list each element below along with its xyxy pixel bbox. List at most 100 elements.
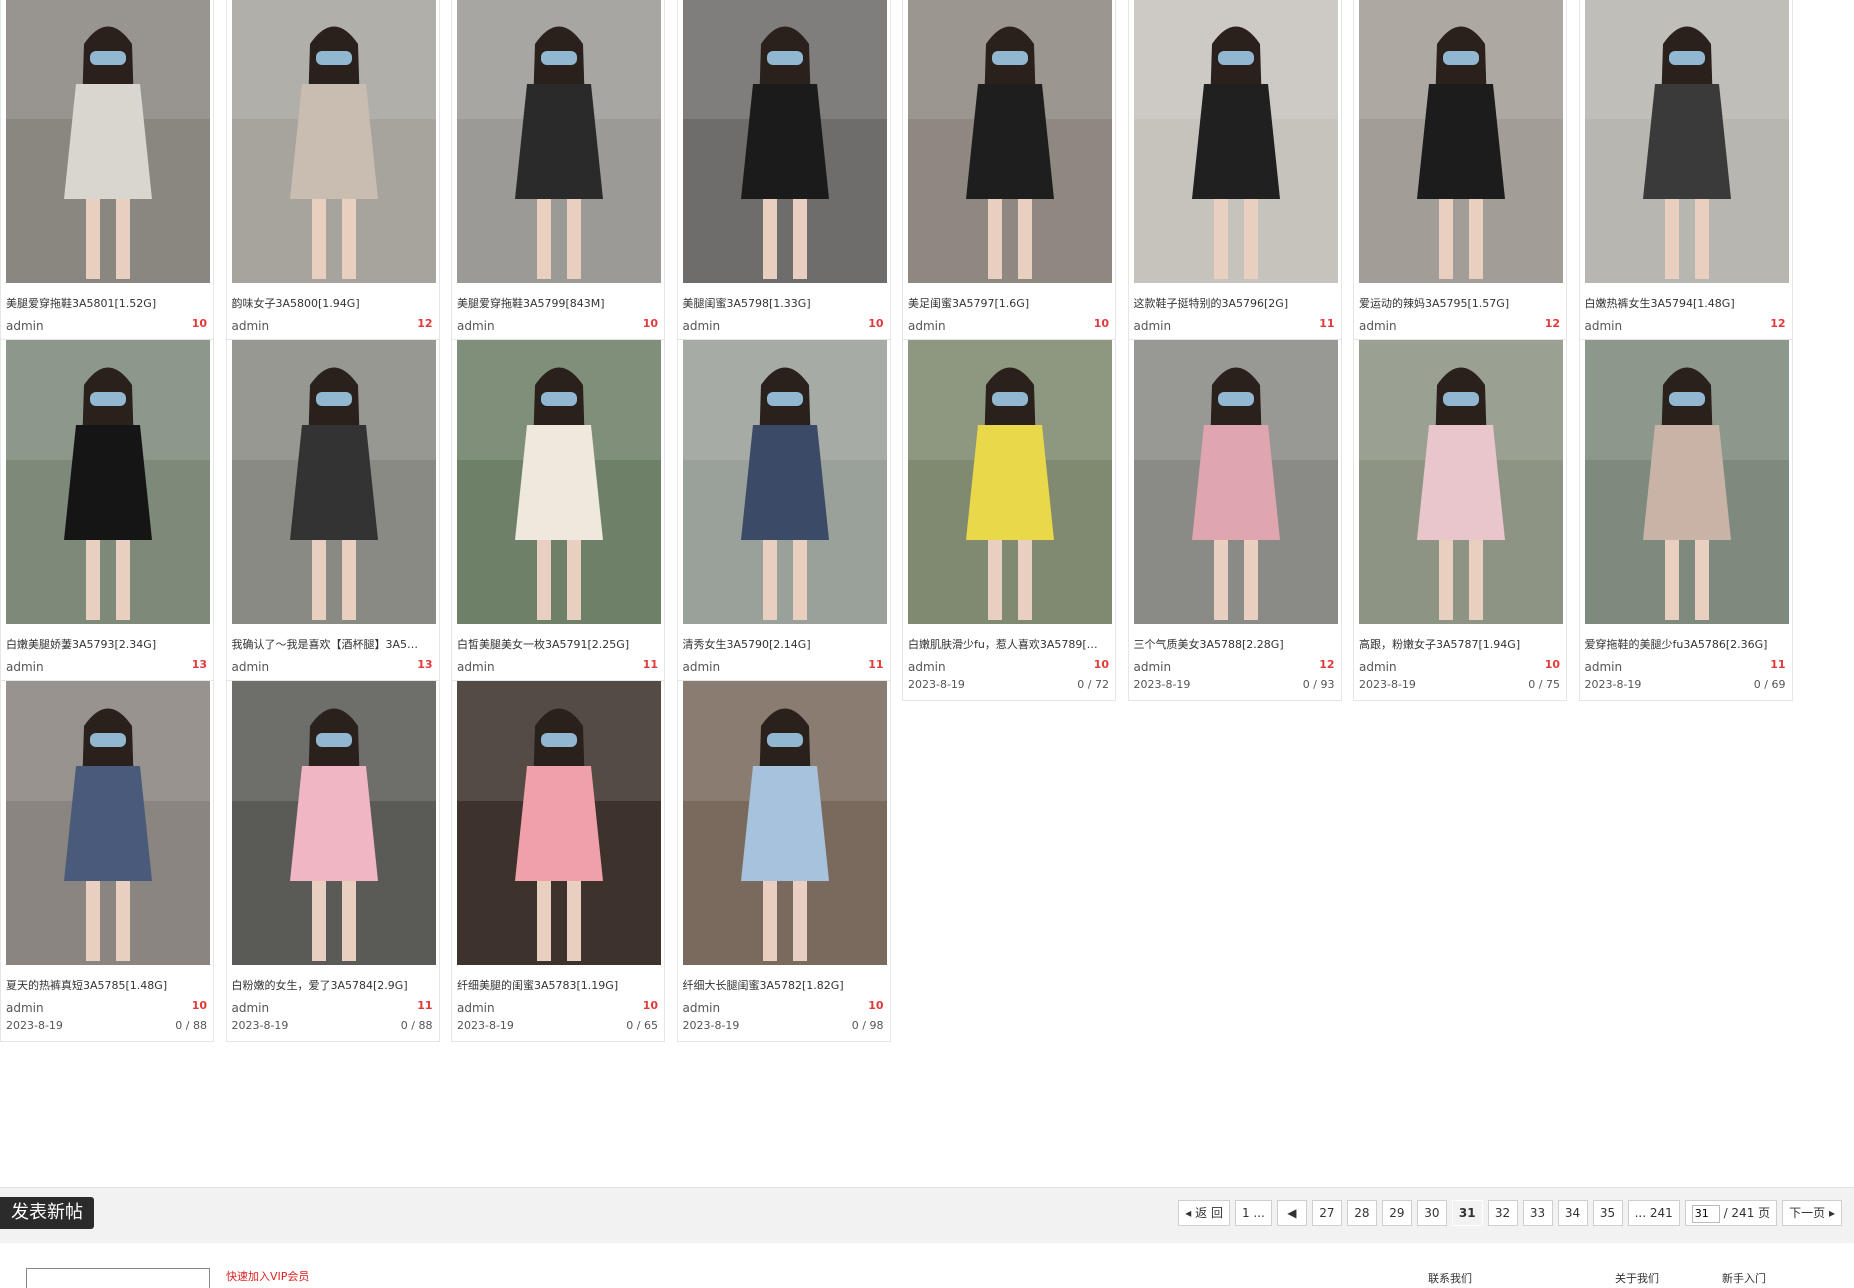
post-author[interactable]: admin	[1134, 660, 1172, 674]
post-title[interactable]: 白嫩热裤女生3A5794[1.48G]	[1585, 295, 1789, 311]
post-card[interactable]: 美腿爱穿拖鞋3A5799[843M] admin 2023-8-22 10 0 …	[451, 0, 665, 360]
post-author[interactable]: admin	[683, 1001, 721, 1015]
post-card[interactable]: 爱运动的辣妈3A5795[1.57G] admin 2023-8-21 12 0…	[1353, 0, 1567, 360]
page-32[interactable]: 32	[1487, 1200, 1518, 1226]
new-post-button[interactable]: 发表新帖	[0, 1197, 94, 1229]
post-thumbnail[interactable]	[231, 0, 436, 283]
post-card[interactable]: 这款鞋子挺特别的3A5796[2G] admin 2023-8-22 11 0 …	[1127, 0, 1342, 360]
post-thumbnail[interactable]	[1359, 340, 1563, 624]
post-card[interactable]: 清秀女生3A5790[2.14G] admin 2023-8-19 11 0 /…	[676, 339, 891, 701]
post-title[interactable]: 这款鞋子挺特别的3A5796[2G]	[1134, 295, 1338, 311]
post-title[interactable]: 纤细美腿的闺蜜3A5783[1.19G]	[457, 977, 661, 993]
post-title[interactable]: 美腿爱穿拖鞋3A5799[843M]	[457, 295, 661, 311]
page-33[interactable]: 33	[1522, 1200, 1553, 1226]
post-thumbnail[interactable]	[6, 681, 210, 965]
post-title[interactable]: 纤细大长腿闺蜜3A5782[1.82G]	[683, 977, 887, 993]
post-title[interactable]: 清秀女生3A5790[2.14G]	[683, 636, 887, 652]
page-last[interactable]: ... 241	[1627, 1200, 1680, 1226]
post-thumbnail[interactable]	[1133, 340, 1338, 624]
post-title[interactable]: 爱运动的辣妈3A5795[1.57G]	[1359, 295, 1563, 311]
post-title[interactable]: 美足闺蜜3A5797[1.6G]	[908, 295, 1112, 311]
post-card[interactable]: 纤细美腿的闺蜜3A5783[1.19G] admin 2023-8-19 10 …	[451, 680, 665, 1042]
post-author[interactable]: admin	[232, 319, 270, 333]
post-author[interactable]: admin	[6, 660, 44, 674]
back-button[interactable]: ◂ 返 回	[1178, 1200, 1230, 1226]
post-thumbnail[interactable]	[457, 681, 661, 965]
page-prev-button[interactable]: ◀	[1276, 1200, 1307, 1226]
post-author[interactable]: admin	[6, 1001, 44, 1015]
post-thumbnail[interactable]	[1133, 0, 1338, 283]
post-title[interactable]: 白皙美腿美女一枚3A5791[2.25G]	[457, 636, 661, 652]
post-card[interactable]: 白嫩肌肤滑少fu，惹人喜欢3A5789[… admin 2023-8-19 10…	[902, 339, 1116, 701]
post-thumbnail[interactable]	[457, 340, 661, 624]
post-author[interactable]: admin	[683, 319, 721, 333]
pagination: ◂ 返 回 1 ... ◀ 27 28 29 30 31 32 33 34 35…	[1178, 1200, 1842, 1226]
post-thumbnail[interactable]	[1584, 340, 1789, 624]
post-thumbnail[interactable]	[6, 0, 210, 283]
post-card[interactable]: 韵味女子3A5800[1.94G] admin 2023-8-22 12 0 /…	[225, 0, 440, 360]
post-author[interactable]: admin	[232, 660, 270, 674]
page-first[interactable]: 1 ...	[1234, 1200, 1272, 1226]
post-card[interactable]: 美足闺蜜3A5797[1.6G] admin 2023-8-22 10 0 / …	[902, 0, 1116, 360]
post-title[interactable]: 美腿闺蜜3A5798[1.33G]	[683, 295, 887, 311]
post-card[interactable]: 我确认了～我是喜欢【酒杯腿】3A5… admin 2023-8-19 13 0 …	[225, 339, 440, 701]
post-author[interactable]: admin	[908, 319, 946, 333]
post-thumbnail[interactable]	[908, 340, 1112, 624]
page-27[interactable]: 27	[1311, 1200, 1342, 1226]
page-30[interactable]: 30	[1416, 1200, 1447, 1226]
page-34[interactable]: 34	[1557, 1200, 1588, 1226]
page-jump-input[interactable]	[1691, 1204, 1720, 1223]
post-thumbnail[interactable]	[457, 0, 661, 283]
post-card[interactable]: 三个气质美女3A5788[2.28G] admin 2023-8-19 12 0…	[1127, 339, 1342, 701]
post-card[interactable]: 白皙美腿美女一枚3A5791[2.25G] admin 2023-8-19 11…	[451, 339, 665, 701]
page-35[interactable]: 35	[1592, 1200, 1623, 1226]
post-thumbnail[interactable]	[1584, 0, 1789, 283]
post-thumbnail[interactable]	[682, 0, 887, 283]
post-title[interactable]: 爱穿拖鞋的美腿少fu3A5786[2.36G]	[1585, 636, 1789, 652]
post-thumbnail[interactable]	[908, 0, 1112, 283]
post-author[interactable]: admin	[1585, 319, 1623, 333]
post-title[interactable]: 高跟，粉嫩女子3A5787[1.94G]	[1359, 636, 1563, 652]
next-page-button[interactable]: 下一页 ▸	[1782, 1200, 1842, 1226]
footer-vip-link[interactable]: 快速加入VIP会员	[226, 1268, 309, 1284]
post-card[interactable]: 爱穿拖鞋的美腿少fu3A5786[2.36G] admin 2023-8-19 …	[1578, 339, 1793, 701]
page-28[interactable]: 28	[1346, 1200, 1377, 1226]
post-card[interactable]: 白嫩热裤女生3A5794[1.48G] admin 2023-8-20 12 0…	[1578, 0, 1793, 360]
post-thumbnail[interactable]	[1359, 0, 1563, 283]
footer-contact-link[interactable]: 联系我们	[1428, 1270, 1472, 1286]
post-title[interactable]: 韵味女子3A5800[1.94G]	[232, 295, 436, 311]
post-card[interactable]: 美腿爱穿拖鞋3A5801[1.52G] admin 2023-8-23 10 0…	[0, 0, 214, 360]
post-author[interactable]: admin	[683, 660, 721, 674]
post-card[interactable]: 美腿闺蜜3A5798[1.33G] admin 2023-8-22 10 0 /…	[676, 0, 891, 360]
post-title[interactable]: 美腿爱穿拖鞋3A5801[1.52G]	[6, 295, 210, 311]
post-author[interactable]: admin	[457, 1001, 495, 1015]
footer-about-link[interactable]: 关于我们	[1615, 1270, 1659, 1286]
page-29[interactable]: 29	[1381, 1200, 1412, 1226]
post-author[interactable]: admin	[1134, 319, 1172, 333]
post-thumbnail[interactable]	[6, 340, 210, 624]
post-thumbnail[interactable]	[682, 681, 887, 965]
post-author[interactable]: admin	[6, 319, 44, 333]
post-title[interactable]: 白嫩肌肤滑少fu，惹人喜欢3A5789[…	[908, 636, 1112, 652]
post-card[interactable]: 高跟，粉嫩女子3A5787[1.94G] admin 2023-8-19 10 …	[1353, 339, 1567, 701]
post-author[interactable]: admin	[457, 319, 495, 333]
post-card[interactable]: 纤细大长腿闺蜜3A5782[1.82G] admin 2023-8-19 10 …	[676, 680, 891, 1042]
post-title[interactable]: 白粉嫩的女生，爱了3A5784[2.9G]	[232, 977, 436, 993]
post-author[interactable]: admin	[1359, 660, 1397, 674]
post-author[interactable]: admin	[1585, 660, 1623, 674]
post-card[interactable]: 白粉嫩的女生，爱了3A5784[2.9G] admin 2023-8-19 11…	[225, 680, 440, 1042]
post-thumbnail[interactable]	[231, 681, 436, 965]
post-author[interactable]: admin	[908, 660, 946, 674]
post-title[interactable]: 夏天的热裤真短3A5785[1.48G]	[6, 977, 210, 993]
post-title[interactable]: 我确认了～我是喜欢【酒杯腿】3A5…	[232, 636, 436, 652]
footer-newbie-link[interactable]: 新手入门	[1722, 1270, 1766, 1286]
post-title[interactable]: 三个气质美女3A5788[2.28G]	[1134, 636, 1338, 652]
post-thumbnail[interactable]	[231, 340, 436, 624]
post-author[interactable]: admin	[457, 660, 495, 674]
post-title[interactable]: 白嫩美腿娇萋3A5793[2.34G]	[6, 636, 210, 652]
post-card[interactable]: 夏天的热裤真短3A5785[1.48G] admin 2023-8-19 10 …	[0, 680, 214, 1042]
post-author[interactable]: admin	[1359, 319, 1397, 333]
post-thumbnail[interactable]	[682, 340, 887, 624]
post-author[interactable]: admin	[232, 1001, 270, 1015]
post-card[interactable]: 白嫩美腿娇萋3A5793[2.34G] admin 2023-8-20 13 0…	[0, 339, 214, 701]
